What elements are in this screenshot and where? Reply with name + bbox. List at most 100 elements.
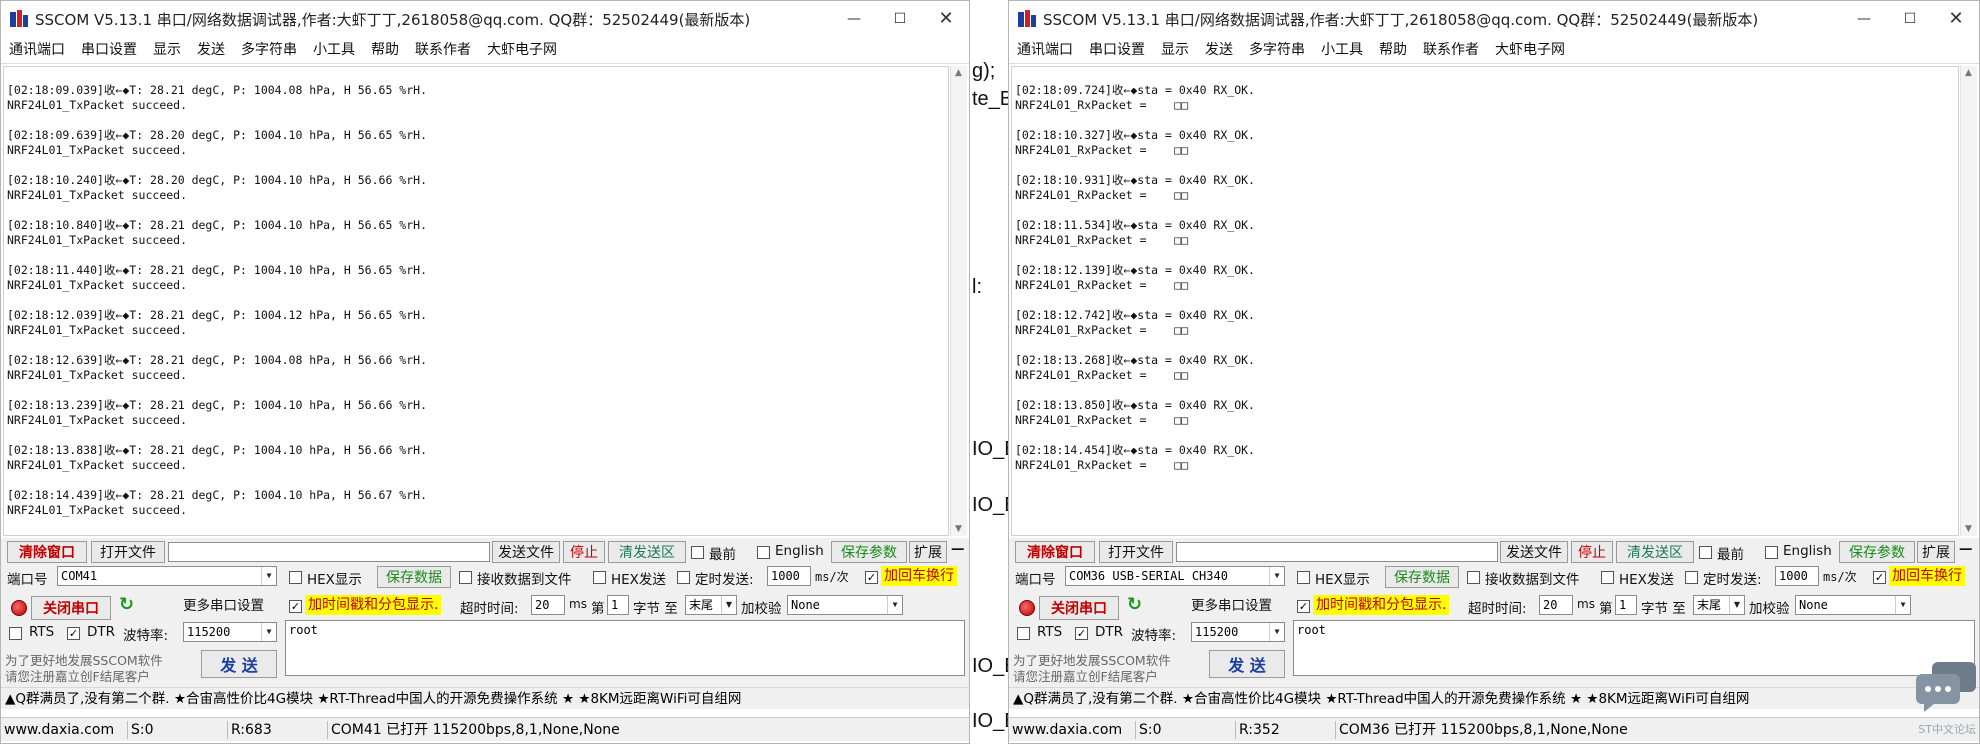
vertical-scrollbar[interactable]: ▲ ▼ — [950, 66, 967, 536]
close-port-button[interactable]: 关闭串口 — [1039, 596, 1119, 620]
menu-item[interactable]: 串口设置 — [1081, 36, 1153, 64]
timed-send-checkbox[interactable] — [1685, 571, 1698, 584]
status-site[interactable]: www.daxia.com — [1, 721, 114, 739]
hex-display-checkbox[interactable] — [289, 571, 302, 584]
menu-item[interactable]: 发送 — [1197, 36, 1241, 64]
stop-button[interactable]: 停止 — [563, 541, 605, 563]
title-bar[interactable]: SSCOM V5.13.1 串口/网络数据调试器,作者:大虾丁丁,2618058… — [1009, 1, 1979, 36]
menu-item[interactable]: 帮助 — [1371, 36, 1415, 64]
scroll-up-icon[interactable]: ▲ — [1965, 68, 1972, 78]
more-settings-link[interactable]: 更多串口设置 — [1191, 594, 1272, 614]
close-port-button[interactable]: 关闭串口 — [31, 596, 111, 620]
file-path-input[interactable] — [168, 542, 490, 562]
byte-end-select[interactable]: 末尾 ▼ — [685, 595, 737, 615]
recv-to-file-checkbox[interactable] — [1467, 571, 1480, 584]
topmost-checkbox[interactable] — [1699, 546, 1712, 559]
save-params-button[interactable]: 保存参数 — [1839, 541, 1915, 563]
timeout-input[interactable]: 20 — [1539, 595, 1573, 615]
hex-display-checkbox[interactable] — [1297, 571, 1310, 584]
expand-button[interactable]: 扩展 — [909, 541, 947, 563]
send-button[interactable]: 发 送 — [201, 650, 277, 678]
menu-item[interactable]: 小工具 — [305, 36, 363, 64]
expand-button[interactable]: 扩展 — [1917, 541, 1955, 563]
title-bar[interactable]: SSCOM V5.13.1 串口/网络数据调试器,作者:大虾丁丁,2618058… — [1, 1, 969, 36]
collapse-icon[interactable]: — — [1959, 541, 1973, 557]
minimize-icon[interactable]: — — [831, 1, 877, 36]
save-data-button[interactable]: 保存数据 — [377, 566, 451, 588]
english-checkbox[interactable] — [757, 546, 770, 559]
menu-item[interactable]: 通讯端口 — [1, 36, 73, 64]
menu-item[interactable]: 小工具 — [1313, 36, 1371, 64]
timed-send-checkbox[interactable] — [677, 571, 690, 584]
menu-item[interactable]: 大虾电子网 — [1487, 36, 1573, 64]
hex-send-checkbox[interactable] — [1601, 571, 1614, 584]
recv-to-file-label[interactable]: 接收数据到文件 — [477, 568, 572, 588]
baud-select[interactable]: 115200 ▼ — [1191, 622, 1285, 642]
scroll-up-icon[interactable]: ▲ — [955, 68, 962, 78]
maximize-icon[interactable]: ☐ — [877, 1, 923, 36]
recv-to-file-checkbox[interactable] — [459, 571, 472, 584]
byte-start-input[interactable]: 1 — [607, 595, 629, 615]
clear-send-button[interactable]: 清发送区 — [608, 541, 686, 563]
open-file-button[interactable]: 打开文件 — [1099, 541, 1173, 563]
menu-item[interactable]: 显示 — [1153, 36, 1197, 64]
menu-item[interactable]: 显示 — [145, 36, 189, 64]
stop-button[interactable]: 停止 — [1571, 541, 1613, 563]
add-crlf-checkbox[interactable]: ✓ — [865, 571, 878, 584]
rts-checkbox[interactable] — [9, 627, 22, 640]
minimize-icon[interactable]: — — [1841, 1, 1887, 36]
scroll-down-icon[interactable]: ▼ — [955, 524, 962, 534]
port-select[interactable]: COM36 USB-SERIAL CH340 ▼ — [1065, 566, 1285, 586]
timestamp-checkbox[interactable]: ✓ — [1297, 600, 1310, 613]
close-icon[interactable]: ✕ — [923, 1, 969, 36]
send-text-area[interactable]: root — [1293, 620, 1975, 676]
collapse-icon[interactable]: — — [951, 541, 965, 557]
menu-item[interactable]: 帮助 — [363, 36, 407, 64]
refresh-icon[interactable]: ↻ — [119, 594, 134, 615]
checksum-select[interactable]: None ▼ — [787, 595, 903, 615]
send-text-area[interactable]: root — [285, 620, 965, 676]
english-checkbox[interactable] — [1765, 546, 1778, 559]
add-crlf-checkbox[interactable]: ✓ — [1873, 571, 1886, 584]
timeout-input[interactable]: 20 — [531, 595, 565, 615]
port-select[interactable]: COM41 ▼ — [57, 566, 277, 586]
checksum-select[interactable]: None ▼ — [1795, 595, 1911, 615]
menu-item[interactable]: 发送 — [189, 36, 233, 64]
send-button[interactable]: 发 送 — [1209, 650, 1285, 678]
file-path-input[interactable] — [1176, 542, 1498, 562]
menu-item[interactable]: 串口设置 — [73, 36, 145, 64]
more-settings-link[interactable]: 更多串口设置 — [183, 594, 264, 614]
save-params-button[interactable]: 保存参数 — [831, 541, 907, 563]
receive-area[interactable]: [02:18:09.039]收←◆T: 28.21 degC, P: 1004.… — [3, 66, 949, 536]
chat-bubble-icon[interactable] — [1912, 658, 1980, 714]
dtr-checkbox[interactable]: ✓ — [67, 627, 80, 640]
save-data-button[interactable]: 保存数据 — [1385, 566, 1459, 588]
maximize-icon[interactable]: ☐ — [1887, 1, 1933, 36]
period-input[interactable]: 1000 — [767, 566, 811, 586]
clear-window-button[interactable]: 清除窗口 — [1015, 541, 1095, 563]
status-site[interactable]: www.daxia.com — [1009, 721, 1122, 739]
topmost-checkbox[interactable] — [691, 546, 704, 559]
dtr-checkbox[interactable]: ✓ — [1075, 627, 1088, 640]
recv-to-file-label[interactable]: 接收数据到文件 — [1485, 568, 1580, 588]
baud-select[interactable]: 115200 ▼ — [183, 622, 277, 642]
menu-item[interactable]: 多字符串 — [1241, 36, 1313, 64]
menu-item[interactable]: 联系作者 — [1415, 36, 1487, 64]
refresh-icon[interactable]: ↻ — [1127, 594, 1142, 615]
receive-area[interactable]: [02:18:09.724]收←◆sta = 0x40 RX_OK. NRF24L… — [1011, 66, 1959, 536]
send-file-button[interactable]: 发送文件 — [492, 541, 560, 563]
ad-banner[interactable]: ▲Q群满员了,没有第二个群. ★合宙高性价比4G模块 ★RT-Thread中国人… — [1, 687, 969, 709]
rts-checkbox[interactable] — [1017, 627, 1030, 640]
timestamp-checkbox[interactable]: ✓ — [289, 600, 302, 613]
send-file-button[interactable]: 发送文件 — [1500, 541, 1568, 563]
menu-item[interactable]: 通讯端口 — [1009, 36, 1081, 64]
byte-end-select[interactable]: 末尾 ▼ — [1693, 595, 1745, 615]
scroll-down-icon[interactable]: ▼ — [1965, 524, 1972, 534]
menu-item[interactable]: 大虾电子网 — [479, 36, 565, 64]
menu-item[interactable]: 多字符串 — [233, 36, 305, 64]
byte-start-input[interactable]: 1 — [1615, 595, 1637, 615]
clear-window-button[interactable]: 清除窗口 — [7, 541, 87, 563]
hex-send-checkbox[interactable] — [593, 571, 606, 584]
vertical-scrollbar[interactable]: ▲ ▼ — [1960, 66, 1977, 536]
menu-item[interactable]: 联系作者 — [407, 36, 479, 64]
